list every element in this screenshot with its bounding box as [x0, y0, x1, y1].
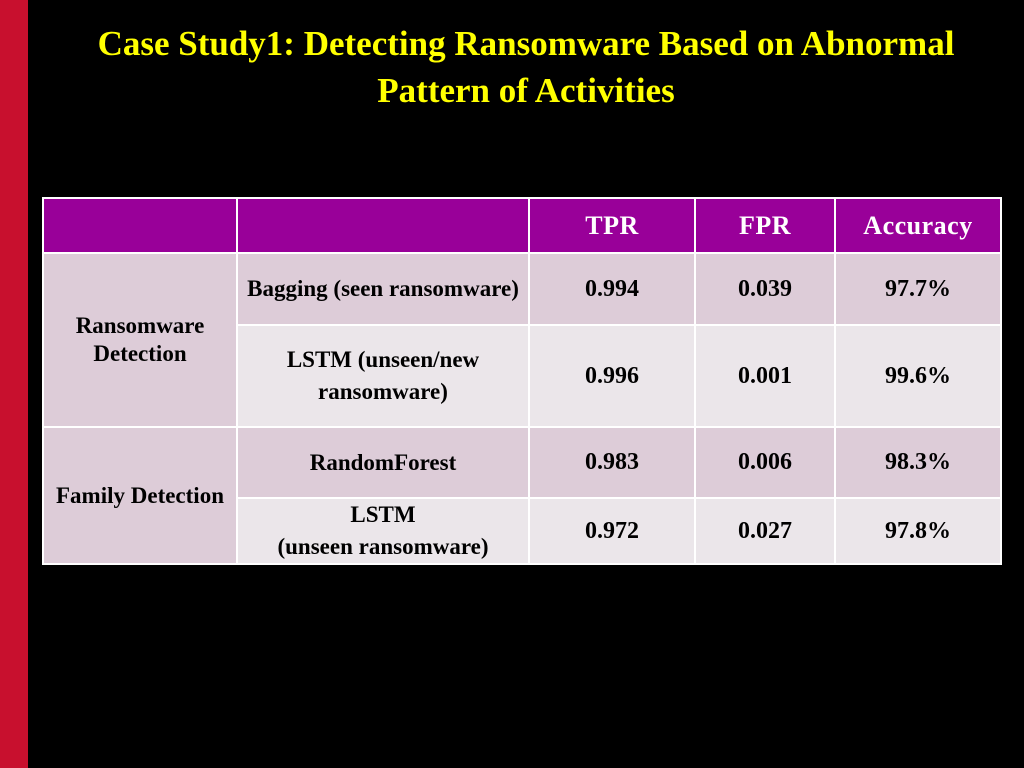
column-header-fpr: FPR — [696, 199, 834, 252]
accuracy-value: 97.7% — [836, 254, 1000, 324]
column-header-group — [44, 199, 236, 252]
method-cell-randomforest: RandomForest — [238, 428, 528, 497]
table-row: Family Detection RandomForest 0.983 0.00… — [44, 428, 1000, 563]
page-title-line-1: Case Study1: Detecting Ransomware Based … — [97, 24, 955, 63]
accuracy-value: 98.3% — [836, 428, 1000, 497]
method-label-line-1: RandomForest — [309, 449, 457, 475]
tpr-value: 0.972 — [530, 499, 694, 563]
method-cell-lstm-unseen: LSTM (unseen ransomware) — [238, 499, 528, 563]
method-label-line-3: ransomware) — [318, 379, 448, 404]
group-label-line-2: Detection — [93, 341, 187, 366]
table-header: TPR FPR Accuracy — [44, 199, 1000, 252]
slide-canvas: Case Study1: Detecting Ransomware Based … — [0, 0, 1024, 768]
tpr-value: 0.994 — [530, 254, 694, 324]
method-cell-lstm-unseen-new: LSTM (unseen/new ransomware) — [238, 326, 528, 426]
page-title-line-2: Pattern of Activities — [377, 71, 675, 110]
method-label-line-2: (seen ransomware) — [333, 276, 519, 301]
fpr-value: 0.006 — [696, 428, 834, 497]
column-header-tpr: TPR — [530, 199, 694, 252]
method-label-line-1: LSTM — [286, 347, 353, 372]
accuracy-value: 99.6% — [836, 326, 1000, 426]
group-label-line-1: Ransomware — [75, 313, 205, 338]
table-body: Ransomware Detection Bagging (seen ranso… — [44, 254, 1000, 563]
accuracy-value: 97.8% — [836, 499, 1000, 563]
fpr-value: 0.001 — [696, 326, 834, 426]
method-label-line-1: LSTM — [350, 502, 416, 527]
fpr-value: 0.039 — [696, 254, 834, 324]
group-label-line-2: Detection — [130, 482, 224, 508]
accent-stripe — [0, 0, 28, 768]
group-label-line-1: Family — [56, 482, 125, 508]
page-title: Case Study1: Detecting Ransomware Based … — [46, 20, 1006, 114]
column-header-method — [238, 199, 528, 252]
method-cell-bagging: Bagging (seen ransomware) — [238, 254, 528, 324]
results-table: TPR FPR Accuracy Ransomware Detection Ba… — [42, 197, 1002, 565]
table-header-row: TPR FPR Accuracy — [44, 199, 1000, 252]
table-row: Ransomware Detection Bagging (seen ranso… — [44, 254, 1000, 426]
group-cell-family-detection: Family Detection — [44, 428, 236, 563]
tpr-value: 0.996 — [530, 326, 694, 426]
method-label-line-2: (unseen ransomware) — [277, 534, 489, 559]
tpr-value: 0.983 — [530, 428, 694, 497]
method-label-line-2: (unseen/new — [357, 347, 480, 372]
column-header-accuracy: Accuracy — [836, 199, 1000, 252]
group-cell-ransomware-detection: Ransomware Detection — [44, 254, 236, 426]
method-label-line-1: Bagging — [247, 276, 328, 301]
fpr-value: 0.027 — [696, 499, 834, 563]
